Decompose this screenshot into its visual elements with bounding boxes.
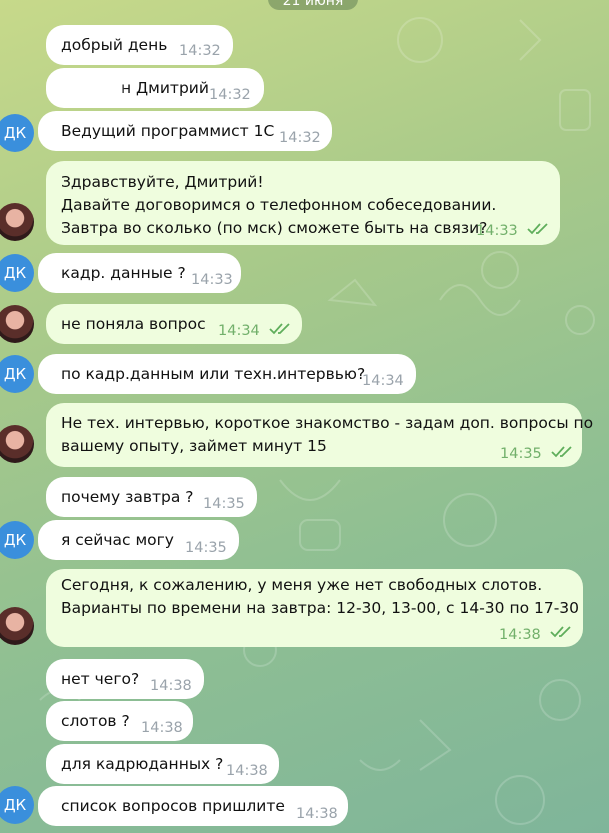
date-separator: 21 июня [268, 0, 358, 10]
message-text: добрый день [61, 36, 168, 54]
message-time: 14:35 [203, 496, 245, 512]
message-time: 14:34 [362, 373, 404, 389]
message-text: список вопросов пришлите [61, 797, 285, 815]
message-incoming[interactable]: слотов ? 14:38 [46, 701, 193, 741]
read-checks-icon [269, 323, 290, 335]
message-incoming[interactable]: по кадр.данным или техн.интервью? 14:34 [38, 354, 416, 394]
message-incoming[interactable]: кадр. данные ? 14:33 [38, 253, 241, 293]
message-line: Здравствуйте, Дмитрий! [61, 173, 264, 191]
message-time: 14:38 [226, 763, 268, 779]
avatar-dk[interactable]: ДК [0, 114, 34, 152]
message-outgoing[interactable]: Здравствуйте, Дмитрий! Давайте договорим… [46, 161, 560, 245]
message-outgoing[interactable]: не поняла вопрос 14:34 [46, 304, 302, 344]
message-time: 14:33 [191, 272, 233, 288]
message-text: не поняла вопрос [61, 315, 206, 333]
message-line: Завтра во сколько (по мск) сможете быть … [61, 219, 488, 237]
message-line: Сегодня, к сожалению, у меня уже нет сво… [61, 576, 543, 594]
message-incoming[interactable]: н Дмитрий 14:32 [46, 68, 264, 108]
message-time: 14:35 [185, 540, 227, 556]
message-time: 14:38 [296, 806, 338, 822]
avatar-dk[interactable]: ДК [0, 355, 34, 393]
read-checks-icon [550, 626, 571, 638]
message-incoming[interactable]: я сейчас могу 14:35 [38, 520, 239, 560]
avatar-dk[interactable]: ДК [0, 521, 34, 559]
message-line: вашему опыту, займет минут 15 [61, 437, 327, 455]
message-text: Ведущий программист 1С [61, 122, 275, 140]
message-incoming[interactable]: почему завтра ? 14:35 [46, 477, 257, 517]
message-text: слотов ? [61, 712, 130, 730]
message-outgoing[interactable]: Сегодня, к сожалению, у меня уже нет сво… [46, 569, 583, 647]
message-time: 14:38 [150, 678, 192, 694]
message-text: по кадр.данным или техн.интервью? [61, 365, 366, 383]
message-time: 14:33 [476, 223, 518, 239]
message-time: 14:32 [179, 43, 221, 59]
message-time: 14:32 [279, 130, 321, 146]
message-incoming[interactable]: для кадрюданных ? 14:38 [46, 744, 279, 784]
message-incoming[interactable]: список вопросов пришлите 14:38 [38, 786, 348, 826]
avatar-dk[interactable]: ДК [0, 254, 34, 292]
message-time: 14:34 [218, 323, 260, 339]
read-checks-icon [551, 446, 572, 458]
message-outgoing[interactable]: Не тех. интервью, короткое знакомство - … [46, 403, 594, 467]
avatar-recruiter[interactable] [0, 305, 34, 343]
message-time: 14:35 [500, 446, 542, 462]
message-line: Давайте договоримся о телефонном собесед… [61, 196, 497, 214]
message-text: н Дмитрий [121, 79, 209, 97]
message-line: Варианты по времени на завтра: 12-30, 13… [61, 599, 580, 617]
avatar-recruiter[interactable] [0, 425, 34, 463]
message-text: почему завтра ? [61, 488, 194, 506]
redacted-text [61, 81, 121, 96]
message-incoming[interactable]: нет чего? 14:38 [46, 659, 204, 699]
message-text: я сейчас могу [61, 531, 174, 549]
message-incoming[interactable]: добрый день 14:32 [46, 25, 233, 65]
message-time: 14:38 [141, 720, 183, 736]
avatar-dk[interactable]: ДК [0, 786, 34, 824]
message-text: для кадрюданных ? [61, 755, 224, 773]
message-line: Не тех. интервью, короткое знакомство - … [61, 414, 594, 432]
message-text: кадр. данные ? [61, 264, 186, 282]
message-text: нет чего? [61, 670, 140, 688]
message-time: 14:32 [209, 87, 251, 103]
avatar-recruiter[interactable] [0, 203, 34, 241]
message-incoming[interactable]: Ведущий программист 1С 14:32 [38, 111, 332, 151]
message-time: 14:38 [499, 627, 541, 643]
avatar-recruiter[interactable] [0, 607, 34, 645]
read-checks-icon [527, 223, 548, 235]
